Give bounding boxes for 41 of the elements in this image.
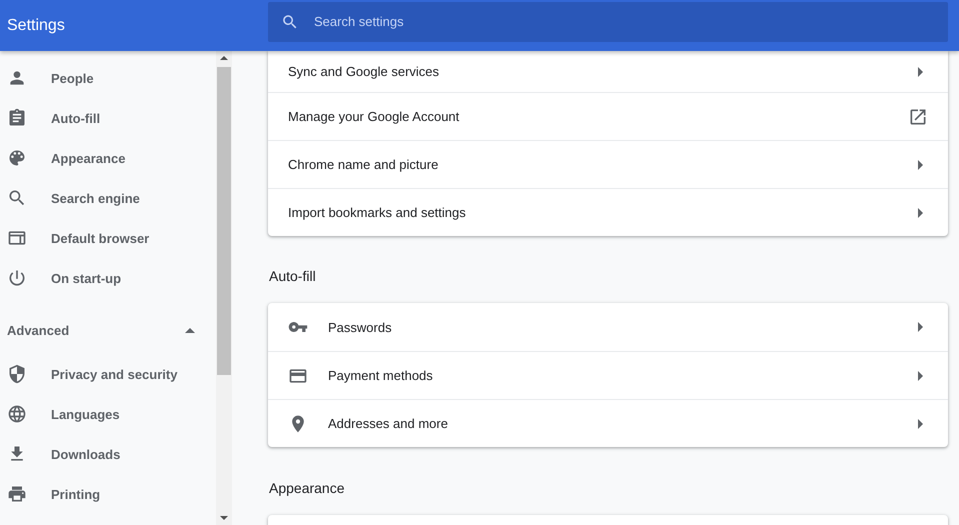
shield-icon	[7, 364, 27, 384]
settings-row[interactable]: Sync and Google services	[268, 51, 948, 92]
sidebar-item[interactable]: Printing	[0, 474, 216, 514]
arrow-right-icon	[918, 322, 923, 332]
settings-row[interactable]: Chrome name and picture	[268, 140, 948, 188]
globe-icon	[7, 404, 27, 424]
sidebar-item[interactable]: Languages	[0, 394, 216, 434]
power-icon	[7, 268, 27, 288]
section-heading: Appearance	[268, 479, 346, 498]
arrow-right-icon	[918, 208, 923, 218]
clipboard-icon	[7, 108, 27, 128]
settings-row[interactable]: Import bookmarks and settings	[268, 188, 948, 236]
settings-row[interactable]: Manage your Google Account	[268, 92, 948, 140]
settings-row[interactable]: Passwords	[268, 303, 948, 351]
sidebar-item[interactable]: Downloads	[0, 434, 216, 474]
search-field[interactable]: Search settings	[268, 2, 948, 42]
settings-row[interactable]: Addresses and more	[268, 399, 948, 447]
external-link-icon	[908, 106, 928, 126]
sidebar-item[interactable]: Auto-fill	[0, 98, 216, 138]
sidebar-item[interactable]: People	[0, 58, 216, 98]
sidebar-item[interactable]: Search engine	[0, 178, 216, 218]
page-title: Settings	[7, 16, 65, 34]
advanced-toggle[interactable]: Advanced	[0, 306, 216, 354]
scrollbar-thumb[interactable]	[217, 67, 231, 375]
sidebar-item[interactable]: Default browser	[0, 218, 216, 258]
sidebar-item[interactable]: Privacy and security	[0, 354, 216, 394]
arrow-right-icon	[918, 66, 923, 76]
sidebar-item[interactable]: Appearance	[0, 138, 216, 178]
settings-row[interactable]: Payment methods	[268, 351, 948, 399]
caret-icon	[185, 328, 195, 332]
printer-icon	[7, 484, 27, 504]
arrow-right-icon	[918, 160, 923, 170]
scroll-up-icon[interactable]	[220, 56, 228, 60]
search-icon	[7, 188, 27, 208]
arrow-right-icon	[918, 370, 923, 380]
sidebar-item[interactable]: On start-up	[0, 258, 216, 298]
scrollbar[interactable]	[216, 51, 232, 525]
scroll-down-icon[interactable]	[220, 516, 228, 520]
arrow-right-icon	[918, 418, 923, 428]
palette-icon	[7, 148, 27, 168]
section-heading: Auto-fill	[268, 267, 317, 286]
